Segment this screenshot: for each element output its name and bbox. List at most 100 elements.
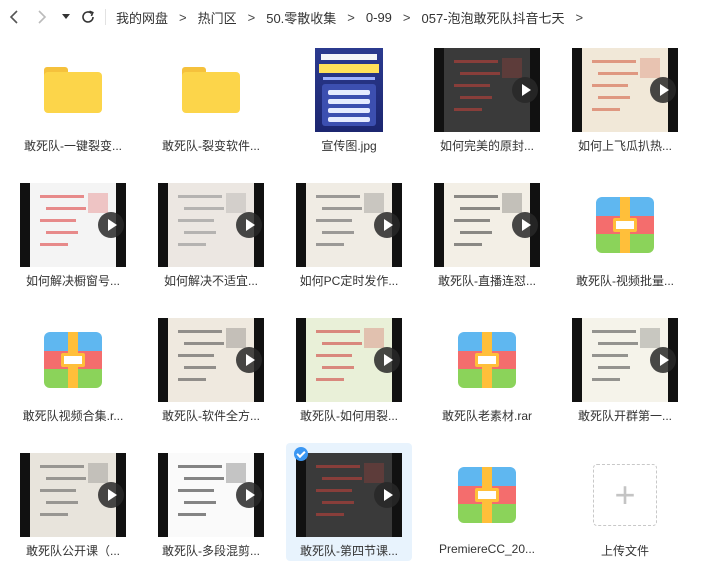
toolbar-divider [105,9,106,25]
file-tile[interactable]: 如何PC定时发作... [286,173,412,291]
breadcrumb-item[interactable]: 057-泡泡敢死队抖音七天 [422,8,565,27]
play-icon[interactable] [98,212,124,238]
file-tile[interactable]: 宣传图.jpg [286,38,412,156]
play-icon[interactable] [98,482,124,508]
file-name: 如何解决不适宜... [163,274,258,288]
file-tile[interactable]: 如何完美的原封... [424,38,550,156]
file-name: 敢死队-如何用裂... [300,409,398,423]
video-thumbnail [20,453,126,537]
image-thumbnail [315,48,383,132]
video-thumbnail [572,318,678,402]
file-thumbnail [296,183,402,267]
video-thumbnail [158,318,264,402]
file-tile[interactable]: 敢死队公开课（... [10,443,136,561]
file-tile[interactable]: 敢死队-一键裂变... [10,38,136,156]
file-thumbnail [572,48,678,132]
breadcrumb-separator-icon: > [347,9,355,25]
play-icon[interactable] [374,212,400,238]
toolbar: 我的网盘 > 热门区 >50.零散收集 >0-99 >057-泡泡敢死队抖音七天 > [0,0,711,34]
file-thumbnail [20,453,126,537]
video-thumbnail [20,183,126,267]
file-thumbnail [158,183,264,267]
file-name: 敢死队-第四节课... [300,544,398,558]
file-tile[interactable]: PremiereCC_20... [424,443,550,561]
file-name: 敢死队-一键裂变... [24,139,122,153]
play-icon[interactable] [236,212,262,238]
forward-button[interactable] [34,6,50,28]
video-thumbnail [296,183,402,267]
play-icon[interactable] [512,212,538,238]
breadcrumb-item[interactable]: 热门区 [198,8,237,27]
file-name: 如何PC定时发作... [299,274,399,288]
history-dropdown[interactable] [60,6,72,28]
refresh-button[interactable] [78,6,98,28]
upload-tile[interactable]: + 上传文件 [562,443,688,561]
file-tile[interactable]: 敢死队-裂变软件... [148,38,274,156]
play-icon[interactable] [512,77,538,103]
file-thumbnail [158,453,264,537]
file-name: 宣传图.jpg [321,139,377,153]
video-thumbnail [296,318,402,402]
play-icon[interactable] [236,347,262,373]
file-tile[interactable]: 敢死队-直播连怼... [424,173,550,291]
play-icon[interactable] [650,347,676,373]
file-thumbnail [434,453,540,537]
breadcrumb-item[interactable]: 50.零散收集 [266,8,336,27]
file-thumbnail [20,183,126,267]
file-thumbnail [434,183,540,267]
play-icon[interactable] [374,347,400,373]
plus-icon: + [614,474,636,515]
file-name: 敢死队-视频批量... [576,274,674,288]
play-icon[interactable] [374,482,400,508]
video-thumbnail [434,48,540,132]
play-icon[interactable] [236,482,262,508]
file-tile[interactable]: 如何解决橱窗号... [10,173,136,291]
file-thumbnail: + [572,453,678,537]
breadcrumb-item[interactable]: 0-99 [366,10,392,25]
breadcrumb: 我的网盘 > 热门区 >50.零散收集 >0-99 >057-泡泡敢死队抖音七天 > [116,0,594,34]
breadcrumb-separator-icon: > [179,9,187,25]
file-thumbnail [158,48,264,132]
file-thumbnail [572,318,678,402]
file-thumbnail [572,183,678,267]
file-tile[interactable]: 如何上飞瓜扒热... [562,38,688,156]
file-tile[interactable]: 敢死队-视频批量... [562,173,688,291]
file-name: 如何完美的原封... [439,139,534,153]
file-thumbnail [296,453,402,537]
video-thumbnail [572,48,678,132]
play-icon[interactable] [650,77,676,103]
file-tile[interactable]: 敢死队开群第一... [562,308,688,426]
file-tile[interactable]: 敢死队视频合集.r... [10,308,136,426]
file-name: 如何上飞瓜扒热... [577,139,672,153]
archive-icon [458,467,516,523]
video-thumbnail [158,453,264,537]
folder-icon [182,67,240,113]
file-name: 敢死队视频合集.r... [22,409,124,423]
file-name: PremiereCC_20... [438,542,536,556]
file-tile[interactable]: 敢死队老素材.rar [424,308,550,426]
video-thumbnail [296,453,402,537]
file-tile[interactable]: 敢死队-多段混剪... [148,443,274,561]
folder-icon [44,67,102,113]
file-name: 敢死队-多段混剪... [162,544,260,558]
file-thumbnail [158,318,264,402]
file-thumbnail [434,48,540,132]
file-tile[interactable]: 如何解决不适宜... [148,173,274,291]
breadcrumb-item[interactable]: 我的网盘 [116,8,168,27]
file-tile[interactable]: 敢死队-软件全方... [148,308,274,426]
upload-button[interactable]: + [593,464,657,526]
back-button[interactable] [6,6,22,28]
file-name: 如何解决橱窗号... [25,274,120,288]
file-name: 敢死队-直播连怼... [438,274,536,288]
video-thumbnail [158,183,264,267]
breadcrumb-separator-icon: > [247,9,256,25]
file-thumbnail [20,318,126,402]
breadcrumb-separator-icon: > [402,9,411,25]
file-tile[interactable]: 敢死队-如何用裂... [286,308,412,426]
file-tile[interactable]: 敢死队-第四节课... [286,443,412,561]
file-name: 敢死队老素材.rar [441,409,532,423]
caret-down-icon [62,14,70,19]
selected-check-icon[interactable] [294,447,308,461]
file-thumbnail [434,318,540,402]
file-thumbnail [296,318,402,402]
